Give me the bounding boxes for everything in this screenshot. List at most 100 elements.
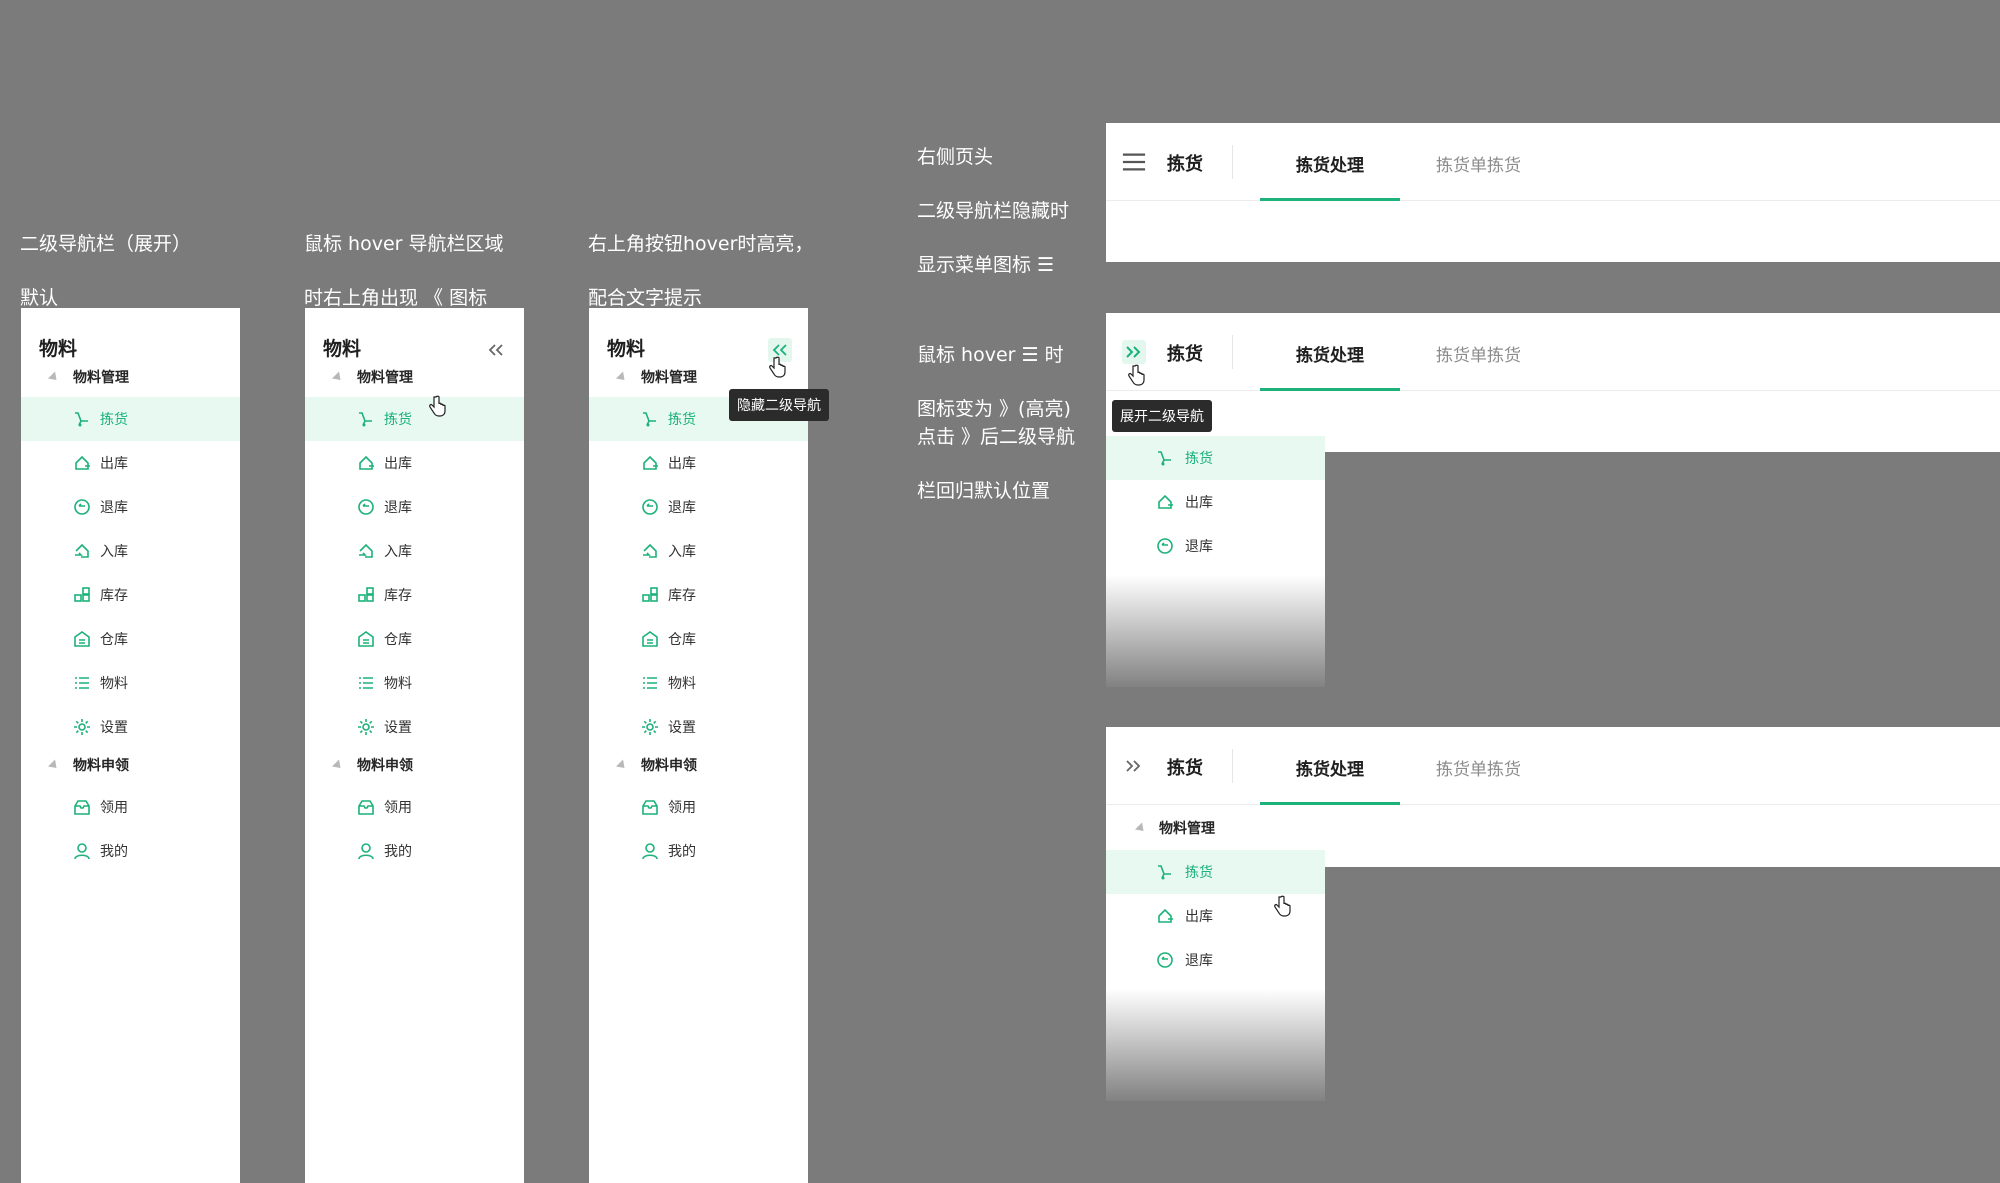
- sidebar-item[interactable]: 退库: [589, 485, 808, 529]
- tab-pick-by-order[interactable]: 拣货单拣货: [1436, 151, 1521, 176]
- sidebar-item[interactable]: 领用: [305, 785, 524, 829]
- caret-icon: [331, 758, 345, 772]
- menu-icon[interactable]: [1122, 150, 1146, 174]
- double-chevron-left-icon: [772, 344, 787, 356]
- inbound-icon: [75, 543, 89, 558]
- user-icon: [642, 843, 658, 860]
- sidebar-item-outbound[interactable]: 出库: [1106, 894, 1325, 938]
- sidebar-item[interactable]: 设置: [21, 705, 240, 749]
- active-tab-indicator: [1260, 198, 1400, 201]
- tooltip-hide-nav: 隐藏二级导航: [729, 389, 829, 421]
- sidebar-item[interactable]: 库存: [589, 573, 808, 617]
- sidebar-item[interactable]: 物料: [589, 661, 808, 705]
- sidebar-nav-button-hover: 物料 物料管理 拣货 出库 退库 入库 库存 仓库 物料 设置 物料申领 领用 我的: [589, 308, 808, 1183]
- pick-icon: [359, 412, 372, 427]
- pick-icon: [1158, 865, 1171, 880]
- page-title: 拣货: [1167, 154, 1203, 175]
- sidebar-item[interactable]: 出库: [589, 441, 808, 485]
- sidebar-item[interactable]: 出库: [21, 441, 240, 485]
- return-icon: [358, 499, 374, 515]
- divider: [1232, 749, 1233, 783]
- sidebar-item-pick[interactable]: 拣货: [1106, 436, 1325, 480]
- sidebar-item[interactable]: 退库: [21, 485, 240, 529]
- page-title: 拣货: [1167, 344, 1203, 365]
- divider: [1232, 335, 1233, 369]
- gear-icon: [74, 719, 90, 735]
- active-tab-indicator: [1260, 802, 1400, 805]
- sidebar-item[interactable]: 仓库: [305, 617, 524, 661]
- sidebar-item[interactable]: 仓库: [21, 617, 240, 661]
- receive-icon: [358, 800, 374, 815]
- outbound-icon: [359, 455, 374, 470]
- sidebar-item[interactable]: 物料: [305, 661, 524, 705]
- active-tab-indicator: [1260, 388, 1400, 391]
- sidebar-nav-hover: 物料 物料管理 拣货 出库 退库 入库 库存 仓库 物料 设置 物料申领 领用 我的: [305, 308, 524, 1183]
- sidebar-item[interactable]: 出库: [305, 441, 524, 485]
- warehouse-icon: [74, 631, 90, 647]
- sidebar-item[interactable]: 设置: [305, 705, 524, 749]
- caret-icon: [615, 758, 629, 772]
- inbound-icon: [359, 543, 373, 558]
- sidebar-item[interactable]: 设置: [589, 705, 808, 749]
- sidebar-item[interactable]: 拣货: [21, 397, 240, 441]
- tooltip-expand-nav: 展开二级导航: [1112, 400, 1212, 432]
- list-icon: [643, 677, 657, 689]
- list-icon: [75, 677, 89, 689]
- pick-icon: [1158, 451, 1171, 466]
- expand-nav-icon[interactable]: [1122, 754, 1146, 778]
- expand-nav-icon[interactable]: [1122, 340, 1146, 364]
- return-icon: [1157, 952, 1173, 968]
- sidebar-item[interactable]: 我的: [21, 829, 240, 873]
- nav-group[interactable]: 物料申领: [305, 745, 524, 785]
- gear-icon: [358, 719, 374, 735]
- sidebar-item-outbound[interactable]: 出库: [1106, 480, 1325, 524]
- page-header-default: 拣货 拣货处理 拣货单拣货: [1106, 123, 2000, 262]
- nav-group[interactable]: 物料申领: [21, 745, 240, 785]
- sidebar-item[interactable]: 领用: [21, 785, 240, 829]
- outbound-icon: [1158, 494, 1173, 509]
- return-icon: [74, 499, 90, 515]
- tab-pick-processing[interactable]: 拣货处理: [1296, 151, 1364, 176]
- nav-group[interactable]: 物料管理: [21, 357, 240, 397]
- receive-icon: [74, 800, 90, 815]
- sidebar-item[interactable]: 入库: [589, 529, 808, 573]
- return-icon: [642, 499, 658, 515]
- caret-icon: [1134, 821, 1148, 835]
- user-icon: [74, 843, 90, 860]
- tab-pick-by-order[interactable]: 拣货单拣货: [1436, 341, 1521, 366]
- nav-group[interactable]: 物料申领: [589, 745, 808, 785]
- caret-icon: [615, 370, 629, 384]
- sidebar-item[interactable]: 入库: [305, 529, 524, 573]
- return-icon: [1157, 538, 1173, 554]
- sidebar-item[interactable]: 物料: [21, 661, 240, 705]
- inbound-icon: [643, 543, 657, 558]
- sidebar-item-pick[interactable]: 拣货: [1106, 850, 1325, 894]
- divider: [1232, 145, 1233, 179]
- tab-pick-processing[interactable]: 拣货处理: [1296, 341, 1364, 366]
- pick-icon: [75, 412, 88, 427]
- sidebar-item[interactable]: 我的: [589, 829, 808, 873]
- inventory-icon: [358, 587, 374, 602]
- hand-cursor-icon: [1274, 895, 1291, 917]
- sidebar-item[interactable]: 入库: [21, 529, 240, 573]
- sidebar-item[interactable]: 我的: [305, 829, 524, 873]
- sidebar-item-return[interactable]: 退库: [1106, 524, 1325, 568]
- sidebar-item[interactable]: 库存: [21, 573, 240, 617]
- sidebar-item[interactable]: 领用: [589, 785, 808, 829]
- tab-pick-processing[interactable]: 拣货处理: [1296, 755, 1364, 780]
- sidebar-item[interactable]: 库存: [305, 573, 524, 617]
- nav-group-material-management[interactable]: 物料管理: [1106, 808, 1325, 848]
- tab-pick-by-order[interactable]: 拣货单拣货: [1436, 755, 1521, 780]
- sidebar-item[interactable]: 拣货: [305, 397, 524, 441]
- caption-click-expand: 点击 》后二级导航 栏回归默认位置: [917, 426, 1076, 502]
- sidebar-item[interactable]: 仓库: [589, 617, 808, 661]
- sidebar-item[interactable]: 退库: [305, 485, 524, 529]
- pick-icon: [643, 412, 656, 427]
- nav-group[interactable]: 物料管理: [305, 357, 524, 397]
- double-chevron-left-icon: [488, 344, 503, 356]
- caption-header-menu: 右侧页头 二级导航栏隐藏时 显示菜单图标 ☰: [917, 146, 1070, 276]
- hand-cursor-icon: [769, 356, 786, 378]
- hand-cursor-icon: [1128, 364, 1145, 386]
- sidebar-item-return[interactable]: 退库: [1106, 938, 1325, 982]
- caret-icon: [47, 370, 61, 384]
